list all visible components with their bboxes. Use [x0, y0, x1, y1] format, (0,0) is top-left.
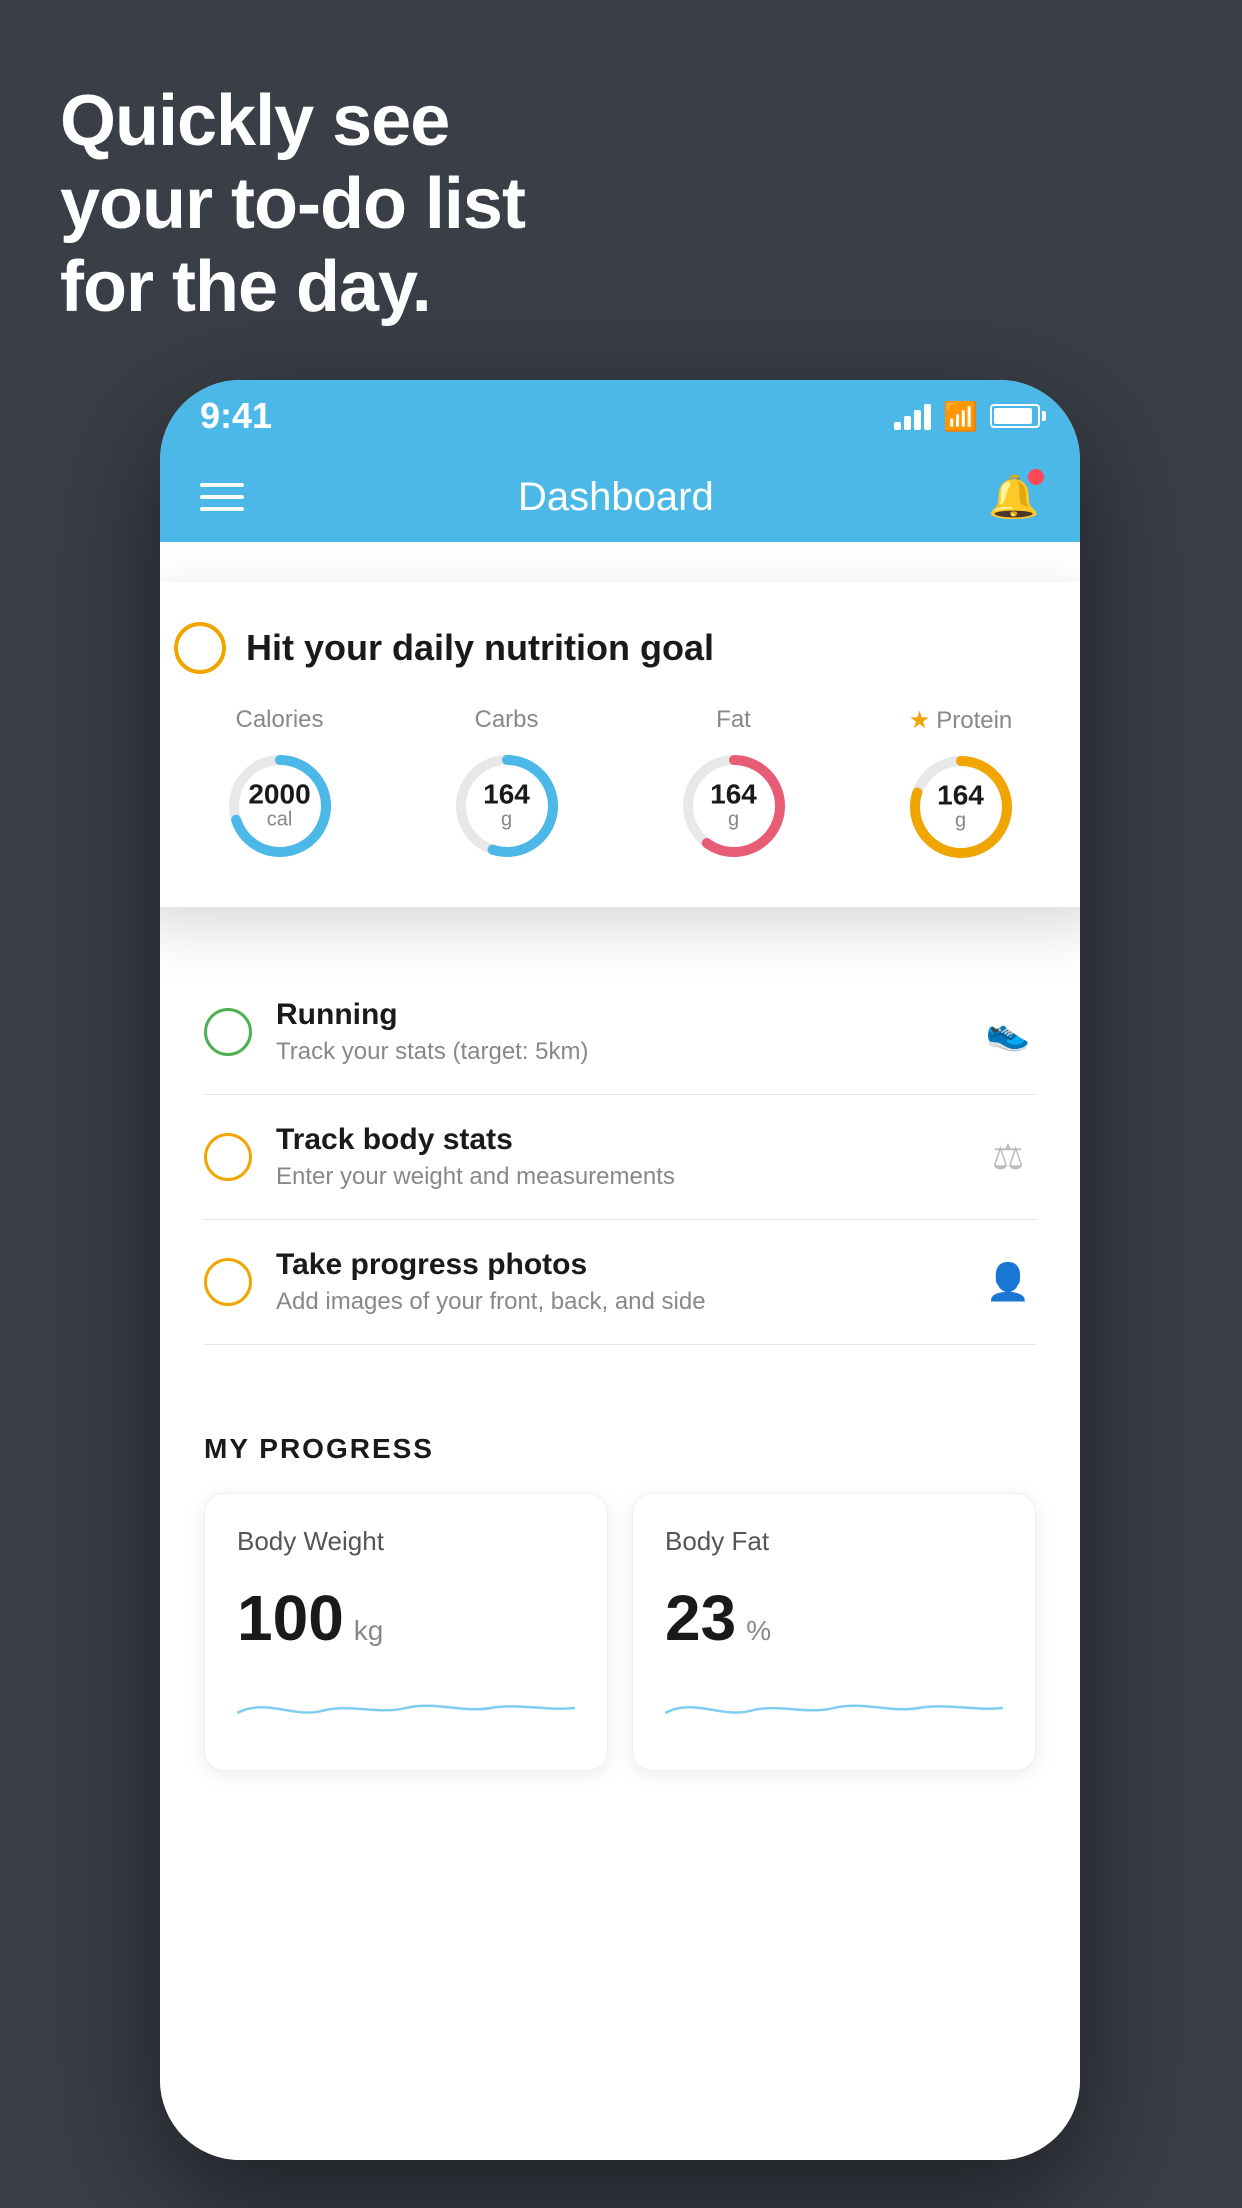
todo-title: Track body stats	[276, 1123, 956, 1157]
todo-subtitle: Track your stats (target: 5km)	[276, 1038, 956, 1066]
todo-circle	[204, 1133, 252, 1181]
protein-label: ★ Protein	[909, 706, 1013, 735]
calories-donut: 2000 cal	[220, 746, 340, 866]
todo-circle	[204, 1008, 252, 1056]
calories-label: Calories	[235, 706, 323, 734]
todo-text: Track body stats Enter your weight and m…	[276, 1123, 956, 1191]
nutrition-grid: Calories 2000 cal Carbs 164 g Fat	[174, 706, 1066, 867]
progress-heading: MY PROGRESS	[204, 1433, 1036, 1465]
fat-label: Fat	[716, 706, 751, 734]
todo-title: Running	[276, 998, 956, 1032]
todo-list: Running Track your stats (target: 5km) 👟…	[160, 970, 1080, 1345]
phone-frame: 9:41 📶 Dashboard 🔔 THINGS TO DO TODAY	[160, 380, 1080, 2160]
hero-text: Quickly see your to-do list for the day.	[60, 80, 525, 328]
progress-card-body-weight[interactable]: Body Weight 100 kg	[204, 1493, 608, 1771]
progress-card-title: Body Weight	[237, 1526, 575, 1557]
nutrition-item-fat: Fat 164 g	[674, 706, 794, 867]
progress-value-row: 100 kg	[237, 1581, 575, 1655]
todo-title: Take progress photos	[276, 1248, 956, 1282]
calories-value: 2000 cal	[248, 781, 310, 832]
nav-title: Dashboard	[518, 475, 714, 520]
todo-icon-person: 👤	[980, 1254, 1036, 1310]
todo-item[interactable]: Track body stats Enter your weight and m…	[204, 1095, 1036, 1220]
progress-unit: %	[746, 1615, 771, 1647]
protein-donut: 164 g	[901, 747, 1021, 867]
phone-content: THINGS TO DO TODAY Hit your daily nutrit…	[160, 542, 1080, 2160]
nutrition-item-protein: ★ Protein 164 g	[901, 706, 1021, 867]
status-icons: 📶	[894, 400, 1040, 433]
mini-chart	[665, 1683, 1003, 1733]
fat-value: 164 g	[710, 781, 757, 832]
status-time: 9:41	[200, 395, 272, 437]
nutrition-item-carbs: Carbs 164 g	[447, 706, 567, 867]
todo-icon-shoe: 👟	[980, 1004, 1036, 1060]
signal-icon	[894, 402, 931, 430]
todo-circle	[204, 1258, 252, 1306]
nutrition-card: Hit your daily nutrition goal Calories 2…	[160, 582, 1080, 907]
fat-donut: 164 g	[674, 746, 794, 866]
battery-icon	[990, 404, 1040, 428]
hero-line3: for the day.	[60, 246, 525, 329]
progress-cards: Body Weight 100 kg Body Fat 23 %	[204, 1493, 1036, 1771]
progress-unit: kg	[354, 1615, 384, 1647]
progress-value: 23	[665, 1581, 736, 1655]
carbs-value: 164 g	[483, 781, 530, 832]
notification-dot	[1028, 469, 1044, 485]
todo-item[interactable]: Take progress photos Add images of your …	[204, 1220, 1036, 1345]
card-title-row: Hit your daily nutrition goal	[174, 622, 1066, 674]
progress-value: 100	[237, 1581, 344, 1655]
todo-icon-scale: ⚖	[980, 1129, 1036, 1185]
nutrition-check-circle[interactable]	[174, 622, 226, 674]
progress-card-body-fat[interactable]: Body Fat 23 %	[632, 1493, 1036, 1771]
hamburger-button[interactable]	[200, 483, 244, 511]
notification-button[interactable]: 🔔	[988, 473, 1040, 522]
nav-bar: Dashboard 🔔	[160, 452, 1080, 542]
progress-section: MY PROGRESS Body Weight 100 kg Body Fat …	[160, 1385, 1080, 1771]
carbs-donut: 164 g	[447, 746, 567, 866]
mini-chart	[237, 1683, 575, 1733]
carbs-label: Carbs	[474, 706, 538, 734]
todo-text: Running Track your stats (target: 5km)	[276, 998, 956, 1066]
star-icon: ★	[909, 706, 931, 735]
progress-value-row: 23 %	[665, 1581, 1003, 1655]
todo-subtitle: Enter your weight and measurements	[276, 1163, 956, 1191]
progress-card-title: Body Fat	[665, 1526, 1003, 1557]
wifi-icon: 📶	[943, 400, 978, 433]
hero-line1: Quickly see	[60, 80, 525, 163]
protein-value: 164 g	[937, 782, 984, 833]
todo-subtitle: Add images of your front, back, and side	[276, 1288, 956, 1316]
status-bar: 9:41 📶	[160, 380, 1080, 452]
todo-item[interactable]: Running Track your stats (target: 5km) 👟	[204, 970, 1036, 1095]
todo-text: Take progress photos Add images of your …	[276, 1248, 956, 1316]
hero-line2: your to-do list	[60, 163, 525, 246]
card-title: Hit your daily nutrition goal	[246, 627, 714, 669]
nutrition-item-calories: Calories 2000 cal	[220, 706, 340, 867]
